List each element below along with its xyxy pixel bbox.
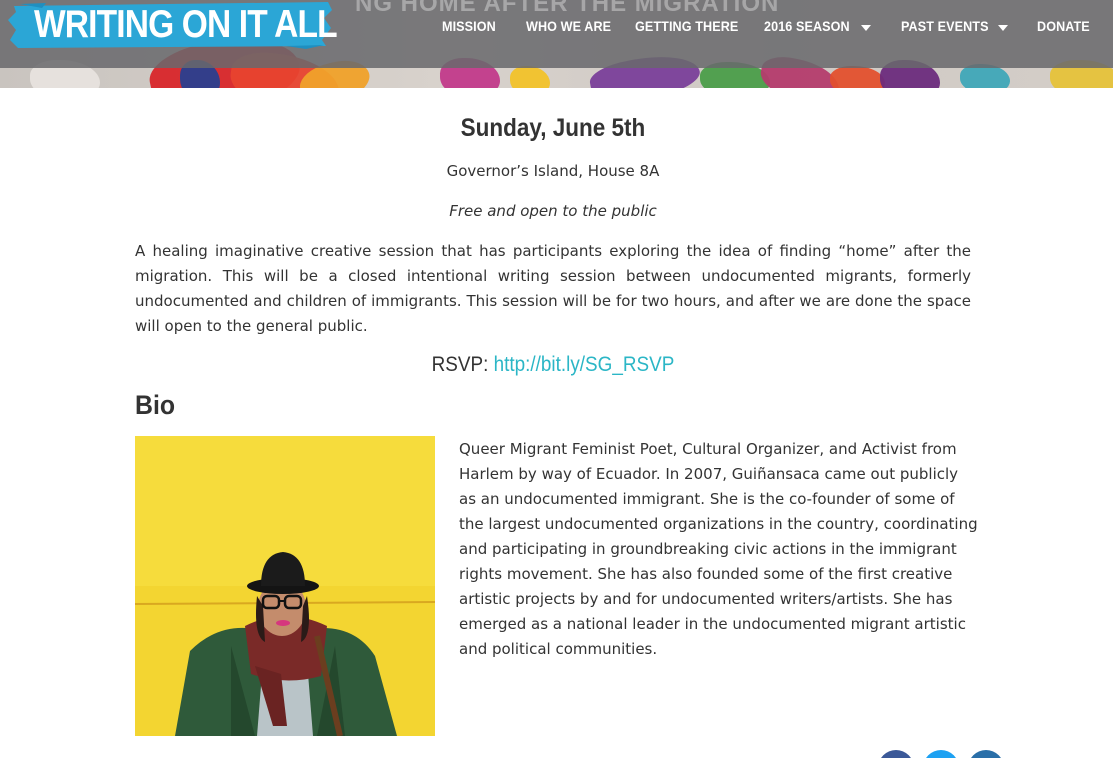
logo-text: WRITING ON IT ALL (34, 3, 338, 46)
bio-photo (135, 436, 435, 736)
chevron-down-icon[interactable] (861, 25, 871, 31)
bio-heading: Bio (135, 390, 176, 420)
hero-title: NG HOME AFTER THE MIGRATION (355, 0, 780, 17)
nav-mission[interactable]: MISSION (442, 18, 496, 34)
event-date-heading: Sunday, June 5th (460, 114, 646, 142)
chevron-down-icon[interactable] (998, 25, 1008, 31)
top-navbar: NG HOME AFTER THE MIGRATION WRITING ON I… (0, 0, 1113, 68)
bio-text: Queer Migrant Feminist Poet, Cultural Or… (459, 440, 978, 658)
rsvp-link[interactable]: http://bit.ly/SG_RSVP (494, 353, 675, 376)
nav-donate[interactable]: DONATE (1037, 18, 1090, 34)
twitter-icon[interactable] (923, 750, 959, 758)
nav-past-events[interactable]: PAST EVENTS (901, 18, 989, 34)
rsvp-label: RSVP: (431, 353, 489, 376)
event-location: Governor’s Island, House 8A (446, 162, 660, 180)
facebook-icon[interactable] (878, 750, 914, 758)
event-description: A healing imaginative creative session t… (135, 242, 971, 335)
nav-2016-season[interactable]: 2016 SEASON (764, 18, 850, 34)
nav-getting-there[interactable]: GETTING THERE (635, 18, 738, 34)
site-logo[interactable]: WRITING ON IT ALL (6, 0, 338, 50)
rsvp-line: RSVP: http://bit.ly/SG_RSVP (177, 353, 929, 377)
linkedin-icon[interactable] (968, 750, 1004, 758)
nav-who-we-are[interactable]: WHO WE ARE (526, 18, 611, 34)
event-admission: Free and open to the public (449, 202, 657, 220)
